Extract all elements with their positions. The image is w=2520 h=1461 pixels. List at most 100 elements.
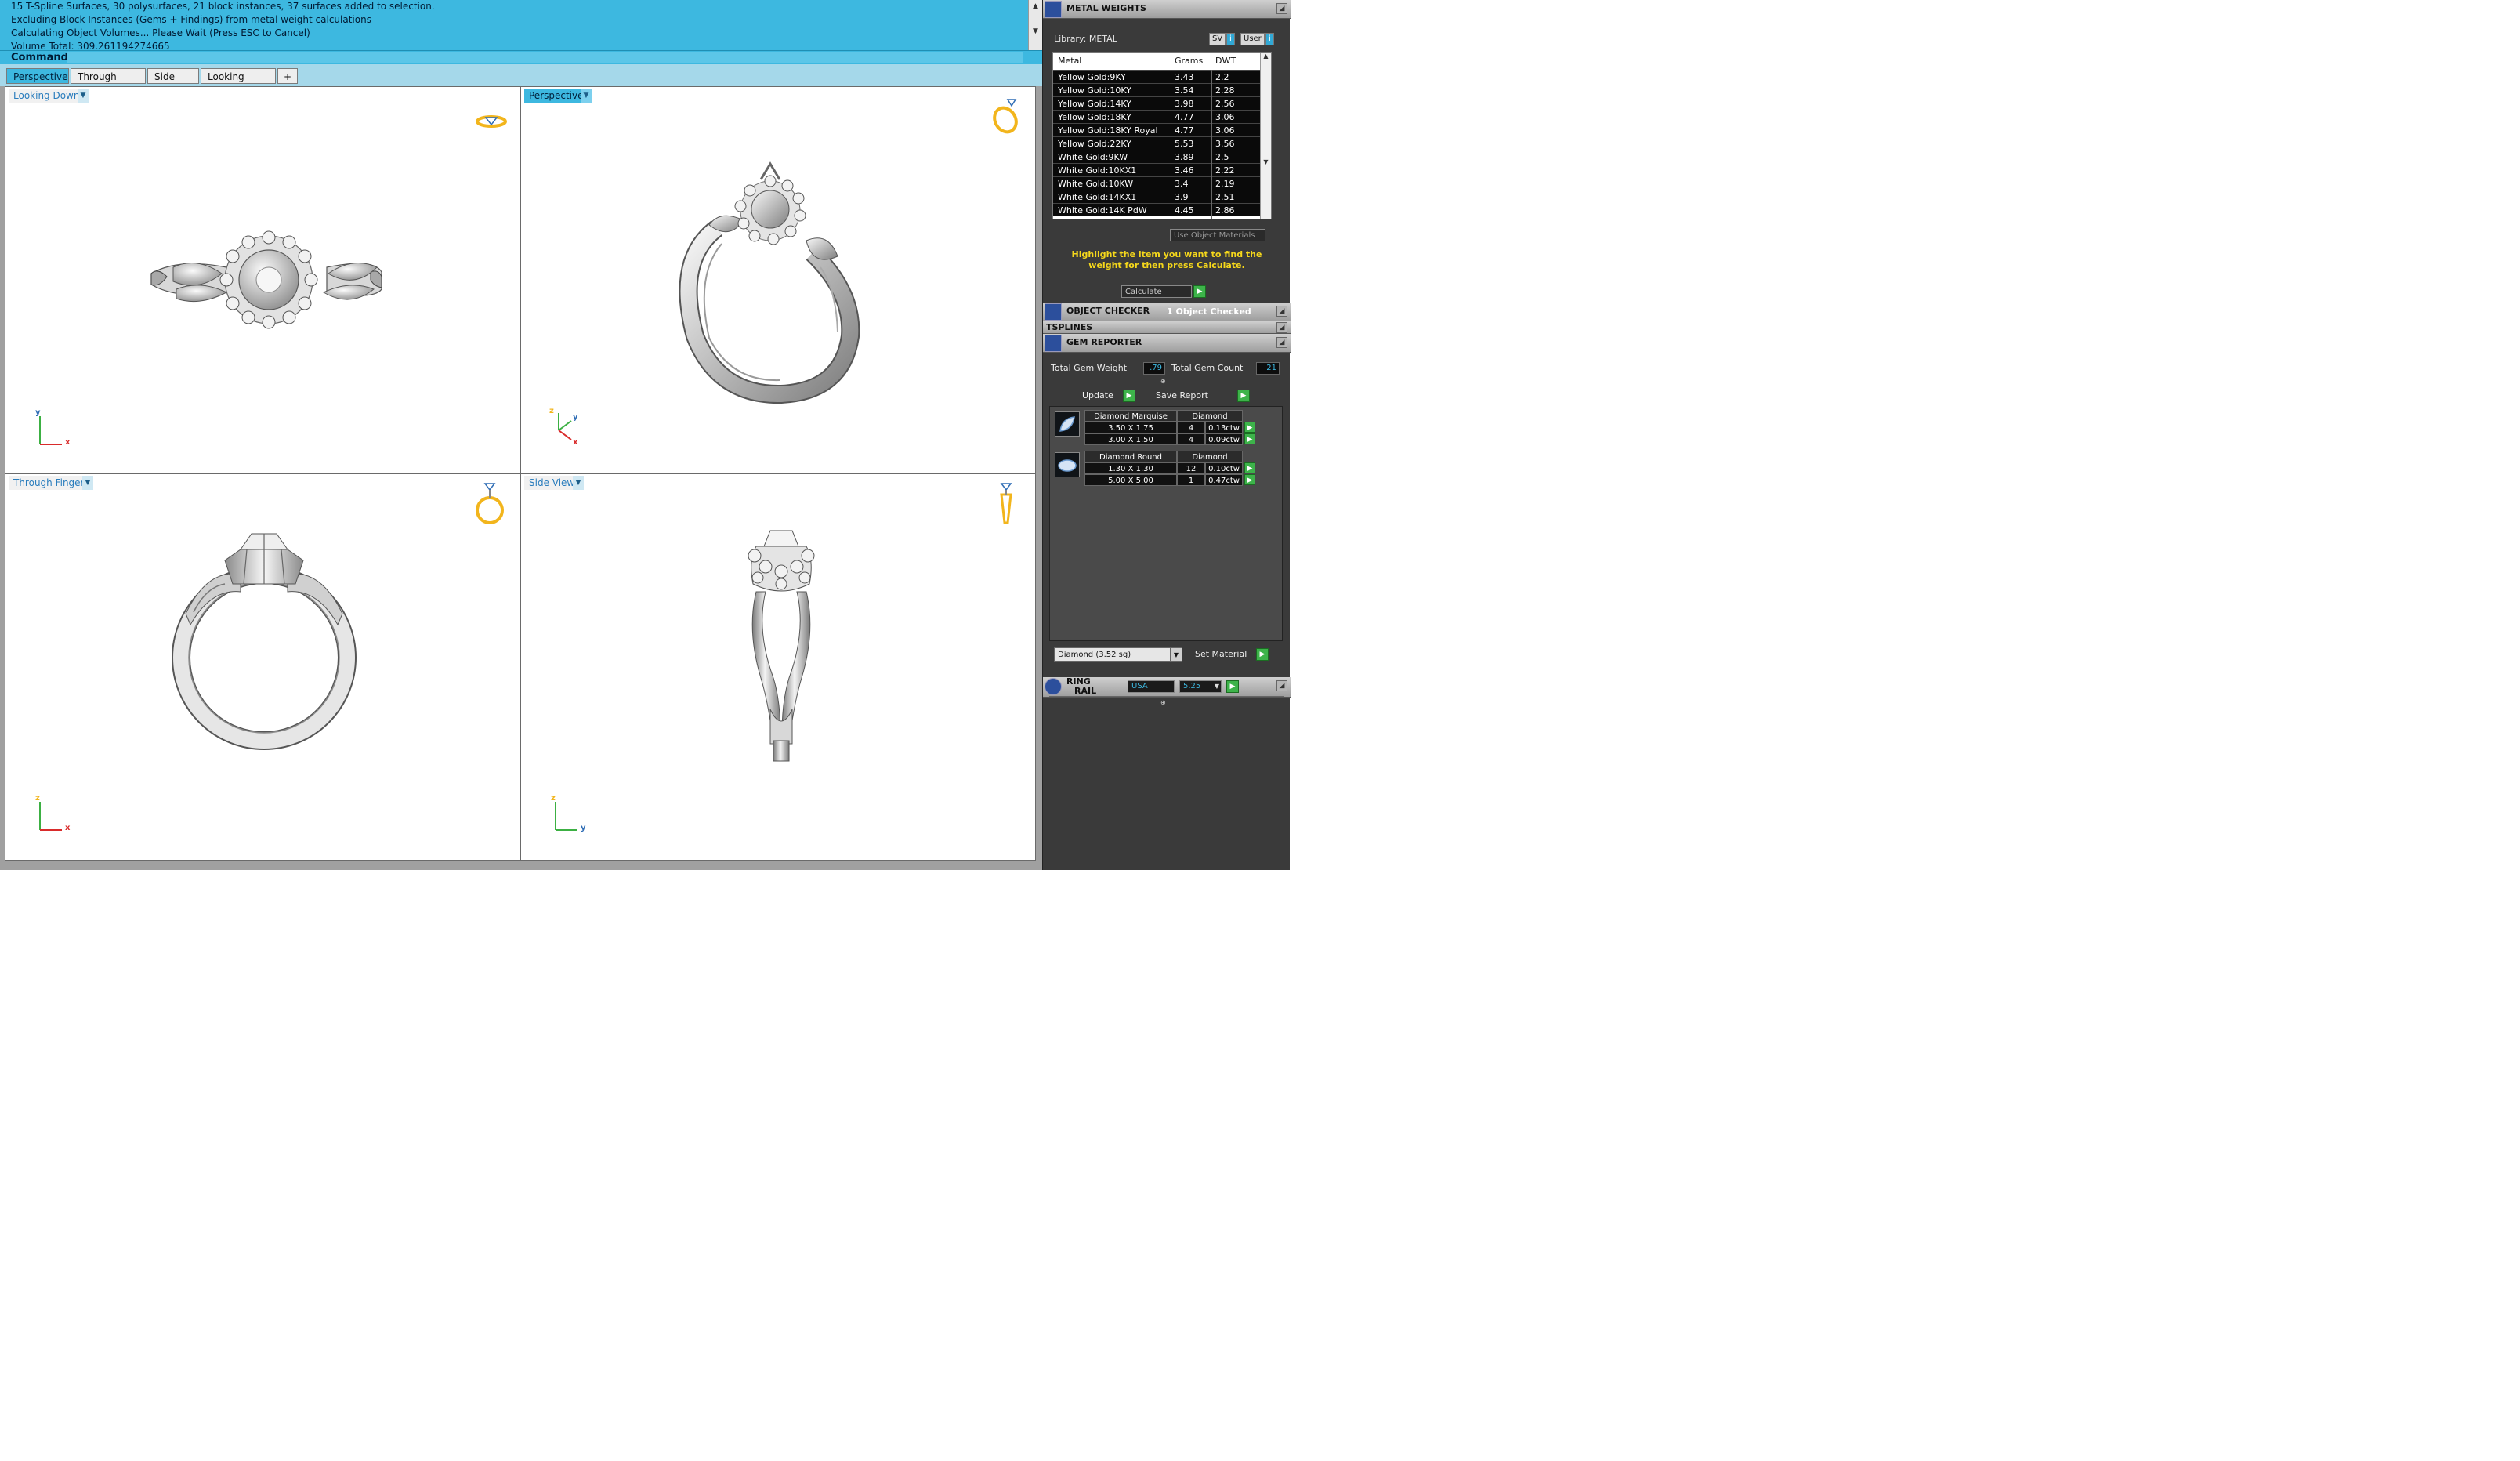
dwt-cell: 2.22 bbox=[1215, 165, 1235, 176]
total-gem-count-label: Total Gem Count bbox=[1171, 363, 1244, 373]
grams-cell: 3.46 bbox=[1175, 165, 1194, 176]
table-scrollbar[interactable]: ▲ ▼ bbox=[1260, 53, 1271, 219]
table-row[interactable]: White Gold:9KW 3.89 2.5 bbox=[1053, 150, 1271, 163]
table-row[interactable]: Yellow Gold:22KY 5.53 3.56 bbox=[1053, 136, 1271, 150]
table-row[interactable]: Yellow Gold:14KY 3.98 2.56 bbox=[1053, 96, 1271, 110]
metal-name-cell: Yellow Gold:14KY bbox=[1058, 99, 1131, 109]
viewport-looking-down[interactable]: Looking Down ▼ y x bbox=[5, 86, 520, 473]
tab-looking-down[interactable]: Looking Down bbox=[201, 68, 276, 98]
axis-lines bbox=[558, 413, 572, 440]
gem-carat-weight: 0.10ctw bbox=[1205, 462, 1243, 474]
use-object-materials-checkbox[interactable]: Use Object Materials bbox=[1170, 229, 1265, 241]
tab-perspective[interactable]: Perspective bbox=[6, 68, 69, 84]
scroll-down-icon[interactable]: ▼ bbox=[1029, 25, 1042, 38]
table-row[interactable]: Yellow Gold:10KY 3.54 2.28 bbox=[1053, 83, 1271, 96]
ring-side-view bbox=[748, 530, 815, 762]
panel-collapse-icon[interactable]: ◢ bbox=[1276, 306, 1287, 317]
gem-select-button[interactable]: ▶ bbox=[1244, 462, 1255, 473]
metal-weights-header[interactable]: METAL WEIGHTS ◢ bbox=[1043, 0, 1291, 19]
info-button[interactable]: i bbox=[1226, 33, 1235, 45]
add-tab-button[interactable]: + bbox=[277, 68, 298, 84]
table-row[interactable]: Yellow Gold:18KY 4.77 3.06 bbox=[1053, 110, 1271, 123]
axis-label-z: z bbox=[551, 794, 556, 803]
gem-select-button[interactable]: ▶ bbox=[1244, 433, 1255, 444]
rhino-matrix-window: 15 T-Spline Surfaces, 30 polysurfaces, 2… bbox=[0, 0, 1291, 870]
axis-label-y: y bbox=[35, 408, 41, 417]
panel-collapse-icon[interactable]: ◢ bbox=[1276, 322, 1287, 333]
axis-indicator: z x bbox=[32, 794, 79, 836]
scroll-up-icon[interactable]: ▲ bbox=[1029, 0, 1042, 13]
metal-name-cell: White Gold:14K PdW bbox=[1058, 205, 1147, 216]
panel-collapse-icon[interactable]: ◢ bbox=[1276, 337, 1287, 348]
viewport-through-finger[interactable]: Through Finger ▼ z x bbox=[5, 473, 520, 861]
ring-size-select[interactable]: 5.25 ▼ bbox=[1179, 680, 1222, 693]
table-row[interactable]: Yellow Gold:18KY Royal 4.77 3.06 bbox=[1053, 123, 1271, 136]
table-row[interactable]: Yellow Gold:9KY 3.43 2.2 bbox=[1053, 70, 1271, 83]
command-history-scrollbar[interactable]: ▲ ▼ bbox=[1028, 0, 1042, 50]
table-row[interactable]: White Gold:10KW 3.4 2.19 bbox=[1053, 176, 1271, 190]
viewport-tab-bar: Perspective Through Finger Side View Loo… bbox=[0, 64, 1042, 98]
update-button[interactable]: ▶ bbox=[1123, 390, 1135, 402]
tsplines-header[interactable]: TSPLINES ◢ bbox=[1043, 321, 1291, 334]
object-checker-header[interactable]: OBJECT CHECKER 1 Object Checked ◢ bbox=[1043, 303, 1291, 321]
ring-rail-go-button[interactable]: ▶ bbox=[1226, 680, 1239, 693]
splitter-handle-icon[interactable]: ⊕ bbox=[1160, 699, 1166, 706]
total-gem-weight-value: .79 bbox=[1143, 362, 1165, 375]
command-input[interactable] bbox=[67, 52, 1023, 63]
splitter-handle-icon[interactable]: ⊕ bbox=[1160, 378, 1166, 385]
panel-collapse-icon[interactable]: ◢ bbox=[1276, 3, 1287, 14]
metal-name-cell: Yellow Gold:10KY bbox=[1058, 85, 1131, 96]
user-button[interactable]: User bbox=[1240, 33, 1265, 45]
calculate-go-button[interactable]: ▶ bbox=[1193, 285, 1206, 298]
chevron-down-icon[interactable]: ▼ bbox=[1170, 648, 1182, 661]
gem-carat-weight: 0.47ctw bbox=[1205, 474, 1243, 486]
gem-cut-name: Diamond Marquise bbox=[1084, 410, 1177, 422]
tab-through-finger[interactable]: Through Finger bbox=[71, 68, 146, 98]
table-row[interactable]: White Gold:14KX1 3.9 2.51 bbox=[1053, 190, 1271, 203]
calculate-field[interactable]: Calculate bbox=[1121, 285, 1192, 298]
viewport-perspective[interactable]: Perspective ▼ z y x bbox=[520, 86, 1036, 473]
axis-indicator: z y bbox=[548, 794, 595, 836]
panel-title-line: RAIL bbox=[1074, 686, 1097, 696]
ring-rail-header[interactable]: RING RAIL USA 5.25 ▼ ▶ ◢ bbox=[1043, 677, 1291, 698]
gem-carat-weight: 0.09ctw bbox=[1205, 433, 1243, 445]
gem-select-button[interactable]: ▶ bbox=[1244, 474, 1255, 485]
gem-cut-name: Diamond Round bbox=[1084, 451, 1177, 462]
tab-side-view[interactable]: Side View bbox=[147, 68, 199, 98]
info-button[interactable]: i bbox=[1265, 33, 1274, 45]
gem-select-button[interactable]: ▶ bbox=[1244, 422, 1255, 433]
axis-indicator: y x bbox=[32, 408, 79, 451]
panel-collapse-icon[interactable]: ◢ bbox=[1276, 680, 1287, 691]
set-material-label: Set Material bbox=[1195, 649, 1247, 659]
gem-thumbnail[interactable] bbox=[1055, 411, 1080, 437]
metal-name-cell: White Gold:10KW bbox=[1058, 179, 1134, 189]
axis-label-x: x bbox=[65, 824, 71, 832]
metal-name-cell: Yellow Gold:9KY bbox=[1058, 72, 1126, 82]
command-history-line: Excluding Block Instances (Gems + Findin… bbox=[11, 14, 371, 25]
gem-thumbnail[interactable] bbox=[1055, 452, 1080, 477]
object-checker-status: 1 Object Checked bbox=[1167, 306, 1251, 317]
table-row[interactable]: White Gold:10KX1 3.46 2.22 bbox=[1053, 163, 1271, 176]
gem-size: 1.30 X 1.30 bbox=[1084, 462, 1177, 474]
save-report-button[interactable]: ▶ bbox=[1237, 390, 1250, 402]
gem-carat-weight: 0.13ctw bbox=[1205, 422, 1243, 433]
grams-cell: 3.9 bbox=[1175, 192, 1189, 202]
total-gem-weight-label: Total Gem Weight bbox=[1051, 363, 1128, 373]
gem-quantity: 4 bbox=[1177, 433, 1205, 445]
column-header-dwt: DWT bbox=[1215, 56, 1236, 66]
library-label: Library: METAL bbox=[1054, 34, 1117, 44]
panel-title: OBJECT CHECKER bbox=[1066, 306, 1150, 316]
grams-cell: 3.89 bbox=[1175, 152, 1194, 162]
chevron-down-icon[interactable]: ▼ bbox=[1215, 681, 1219, 692]
sv-button[interactable]: SV bbox=[1209, 33, 1226, 45]
axis-label-z: z bbox=[35, 794, 40, 803]
gem-material-select[interactable]: Diamond (3.52 sg) ▼ bbox=[1054, 647, 1182, 662]
ring-size-icon bbox=[1045, 678, 1062, 695]
panel-divider bbox=[1049, 696, 1284, 697]
viewport-side-view[interactable]: Side View ▼ z y bbox=[520, 473, 1036, 861]
ring-size-standard[interactable]: USA bbox=[1128, 680, 1175, 693]
dwt-cell: 3.56 bbox=[1215, 139, 1235, 149]
set-material-button[interactable]: ▶ bbox=[1256, 648, 1269, 661]
table-row[interactable]: White Gold:14K PdW 4.45 2.86 bbox=[1053, 203, 1271, 216]
gem-reporter-header[interactable]: GEM REPORTER ◢ bbox=[1043, 334, 1291, 353]
